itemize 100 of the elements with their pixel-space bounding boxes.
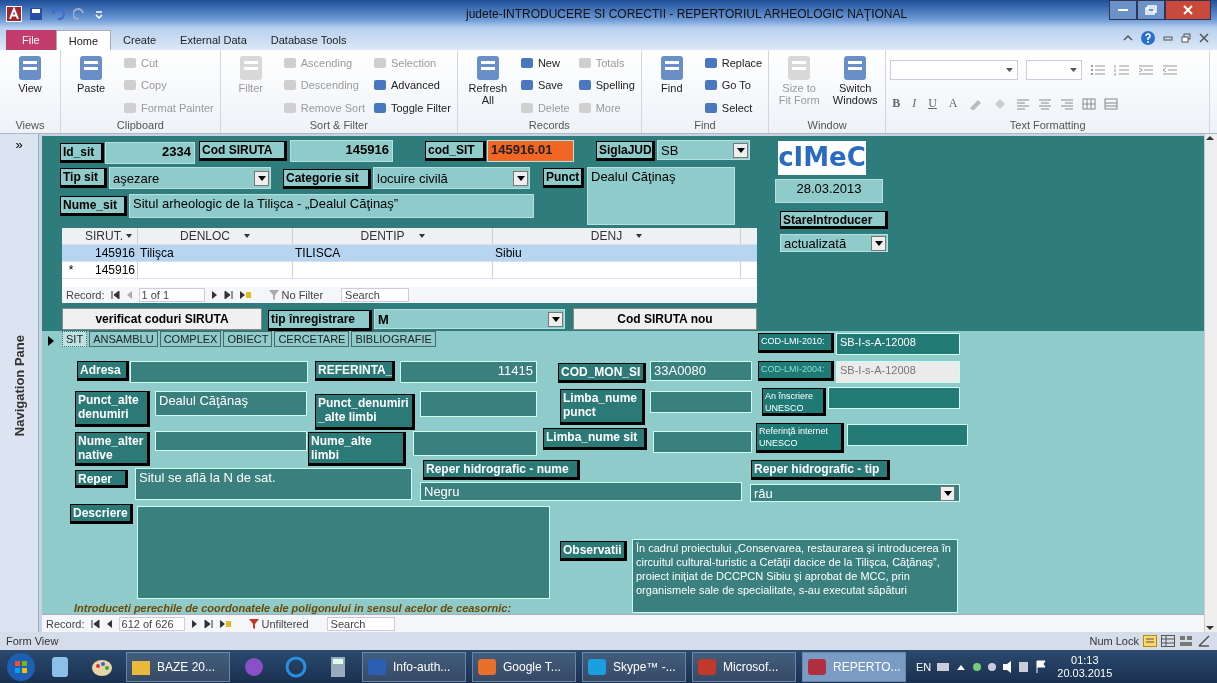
- ribbon-tab[interactable]: Database Tools: [258, 30, 359, 50]
- first-record-icon[interactable]: [90, 619, 100, 628]
- help-icon[interactable]: [1141, 31, 1155, 45]
- form-tab[interactable]: BIBLIOGRAFIE: [351, 331, 436, 347]
- text-field[interactable]: 2334: [105, 142, 195, 164]
- ribbon-button[interactable]: Paste: [65, 52, 117, 119]
- text-field[interactable]: 145916.01: [487, 140, 574, 162]
- restore-icon[interactable]: [1181, 33, 1191, 43]
- new-code-button[interactable]: Cod SIRUTA nou: [573, 308, 757, 330]
- form-tab[interactable]: ANSAMBLU: [89, 331, 158, 347]
- ribbon-button[interactable]: Replace: [701, 56, 765, 71]
- text-field[interactable]: 33A0080: [650, 361, 752, 381]
- text-field[interactable]: Situl se află la N de sat.: [135, 468, 412, 500]
- text-field[interactable]: 28.03.2013: [775, 179, 883, 203]
- table-row[interactable]: 145916 Tilişca TILISCA Sibiu: [62, 245, 757, 262]
- close-icon[interactable]: [1199, 33, 1209, 43]
- ribbon-button[interactable]: New: [517, 56, 572, 71]
- text-field[interactable]: [420, 391, 537, 417]
- format-button[interactable]: I: [910, 96, 919, 111]
- next-record-icon[interactable]: [210, 291, 218, 299]
- search-field[interactable]: Search: [341, 288, 410, 302]
- taskbar-button[interactable]: Skype™ -...: [582, 651, 686, 682]
- minimize-button[interactable]: [1109, 0, 1137, 20]
- format-button[interactable]: B: [890, 96, 903, 111]
- first-record-icon[interactable]: [110, 291, 120, 299]
- search-field[interactable]: Search: [326, 616, 395, 631]
- tray-icons-drawing[interactable]: [937, 659, 1048, 674]
- combo-box[interactable]: M: [374, 309, 565, 329]
- text-field[interactable]: [828, 387, 960, 409]
- new-record-icon[interactable]: [218, 619, 231, 628]
- sort-caret-icon[interactable]: [244, 234, 250, 238]
- ribbon-button[interactable]: Switch Windows: [829, 52, 882, 119]
- form-tab[interactable]: OBIECT: [223, 331, 273, 347]
- filter-indicator[interactable]: Unfiltered: [236, 617, 321, 630]
- browser-icon[interactable]: [284, 654, 308, 679]
- row-color-icon[interactable]: [1103, 97, 1118, 110]
- text-field[interactable]: În cadrul proiectului „Conservarea, restaurarea şi introducerea în circuitul cultural-turistic a Cetăţii dacice de la Tilişca, Căţănaş”, proiect iniţiat de DCCPCN Sibiu şi aprobat de MCC, prin organismele sale de specialitate, s-au executat săpături: [632, 539, 958, 613]
- text-field[interactable]: Dealul Căţinaş: [587, 167, 735, 225]
- text-field[interactable]: [847, 424, 968, 446]
- text-field[interactable]: 145916: [290, 140, 393, 162]
- ribbon-button[interactable]: Find: [645, 52, 698, 119]
- minimize-icon[interactable]: [1163, 33, 1173, 43]
- ribbon-tab[interactable]: External Data: [168, 30, 259, 50]
- ribbon-button[interactable]: Refresh All: [461, 52, 514, 119]
- column-header[interactable]: DENLOC: [138, 228, 293, 244]
- language-indicator[interactable]: EN: [916, 660, 932, 673]
- text-field[interactable]: [130, 361, 308, 383]
- dropdown-button[interactable]: [733, 142, 748, 158]
- ribbon-button[interactable]: Advanced: [370, 78, 453, 93]
- next-record-icon[interactable]: [190, 619, 198, 628]
- ribbon-button[interactable]: Select: [701, 100, 765, 115]
- dropdown-button[interactable]: [513, 170, 528, 186]
- navigation-pane-label[interactable]: Navigation Pane: [11, 335, 27, 437]
- ribbon-button[interactable]: Spelling: [575, 78, 637, 93]
- expand-button[interactable]: »: [15, 134, 23, 155]
- text-field[interactable]: 11415: [400, 361, 537, 383]
- text-field[interactable]: SB-I-s-A-12008: [836, 333, 960, 355]
- text-field[interactable]: [137, 506, 550, 599]
- dropdown-button[interactable]: [254, 170, 269, 186]
- app-icon[interactable]: [6, 6, 22, 22]
- new-record-icon[interactable]: [238, 291, 251, 299]
- close-button[interactable]: [1165, 0, 1211, 20]
- previous-record-icon[interactable]: [105, 619, 113, 628]
- column-header[interactable]: DENTIP: [293, 228, 493, 244]
- layout-view-icon[interactable]: [1179, 635, 1193, 647]
- restore-button[interactable]: [1137, 0, 1165, 20]
- column-header[interactable]: SIRUT.: [80, 228, 138, 244]
- dropdown-button[interactable]: [871, 235, 886, 251]
- combo-box[interactable]: locuire civilă: [373, 167, 530, 189]
- taskbar-button[interactable]: Info-auth...: [362, 651, 466, 682]
- dropdown-button[interactable]: [940, 485, 955, 501]
- sort-caret-icon[interactable]: [418, 234, 425, 238]
- verify-button[interactable]: verificat coduri SIRUTA: [62, 308, 262, 330]
- sort-caret-icon[interactable]: [636, 234, 643, 238]
- text-field[interactable]: Negru: [420, 482, 742, 501]
- ribbon-button[interactable]: View: [4, 52, 56, 119]
- format-button[interactable]: U: [926, 96, 939, 111]
- text-field[interactable]: [155, 431, 307, 451]
- text-field[interactable]: Dealul Căţănaş: [155, 391, 307, 416]
- form-tab[interactable]: SIT: [62, 331, 88, 347]
- last-record-icon[interactable]: [203, 619, 213, 628]
- ribbon-button[interactable]: Save: [517, 78, 572, 93]
- filter-indicator[interactable]: No Filter: [256, 289, 336, 301]
- collapse-ribbon-icon[interactable]: [1123, 33, 1133, 43]
- ribbon-button[interactable]: Toggle Filter: [370, 100, 453, 115]
- scrollbar[interactable]: [1204, 134, 1217, 632]
- combo-box[interactable]: aşezare: [109, 167, 271, 189]
- clock-time[interactable]: 01:13: [1071, 653, 1099, 667]
- text-field[interactable]: [413, 431, 537, 456]
- taskbar-button[interactable]: BAZE 20...: [126, 651, 230, 682]
- format-button[interactable]: A: [946, 96, 960, 111]
- design-view-icon[interactable]: [1197, 635, 1211, 647]
- combo-box[interactable]: SB: [657, 140, 750, 160]
- form-tab[interactable]: CERCETARE: [274, 331, 350, 347]
- column-header[interactable]: DENJ: [493, 228, 741, 244]
- bullets-icon[interactable]: [1090, 64, 1107, 76]
- record-position-field[interactable]: 1 of 1: [138, 288, 205, 302]
- dropdown-button[interactable]: [548, 311, 563, 327]
- taskbar-button[interactable]: Google T...: [472, 651, 576, 682]
- ribbon-tab[interactable]: File: [6, 30, 56, 50]
